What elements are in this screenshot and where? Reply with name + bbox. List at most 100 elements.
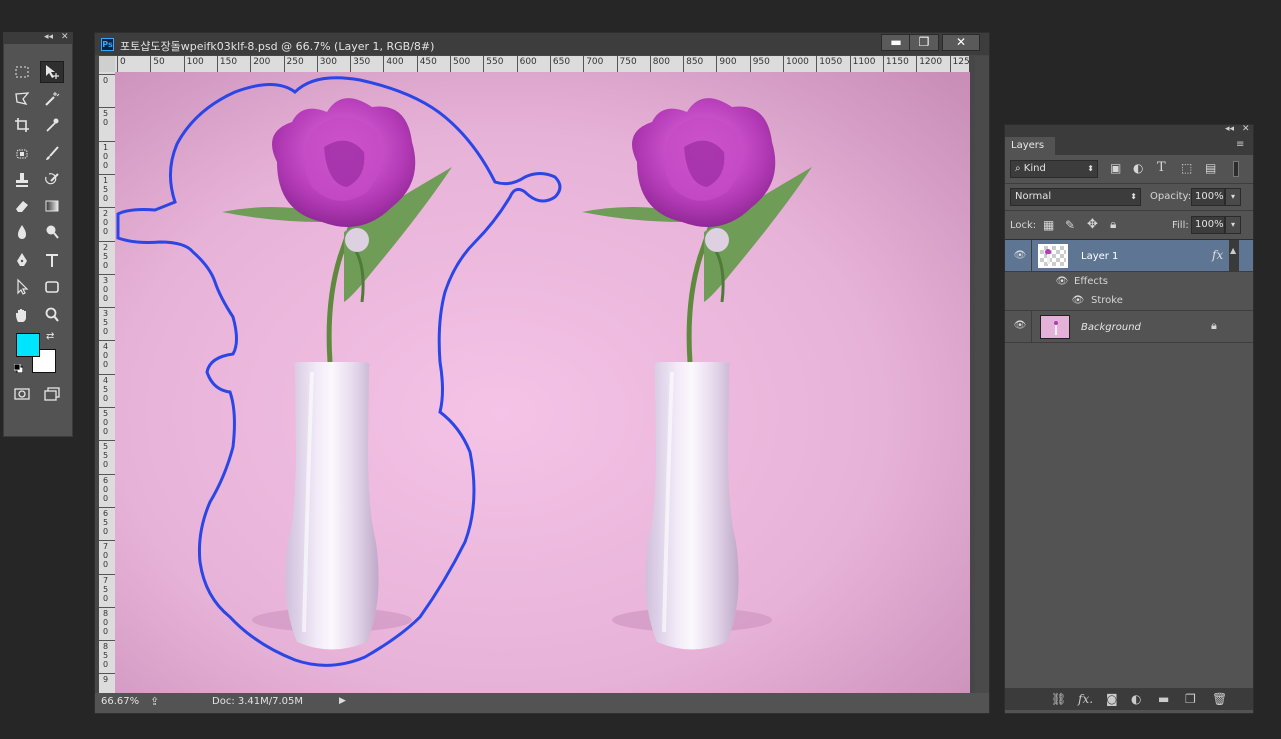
clone-stamp-tool[interactable] xyxy=(10,169,34,191)
ruler-tick-label: 650 xyxy=(549,56,570,72)
add-style-icon[interactable]: fx. xyxy=(1078,692,1093,706)
eyedropper-tool[interactable] xyxy=(40,114,64,136)
fx-badge-icon[interactable]: fx xyxy=(1212,248,1223,262)
visibility-eye-icon[interactable]: 👁︎ xyxy=(1071,294,1085,308)
new-layer-icon[interactable]: ❐ xyxy=(1185,692,1196,706)
stroke-effect-row[interactable]: 👁︎ Stroke xyxy=(1005,292,1253,311)
collapse-icon[interactable]: ◂◂ xyxy=(44,32,53,42)
blur-tool[interactable] xyxy=(10,221,34,243)
polygonal-lasso-tool[interactable] xyxy=(10,88,34,110)
tools-panel-header: ◂◂ ✕ xyxy=(4,32,72,44)
document-title: 포토샵도장돌wpeifk03klf-8.psd @ 66.7% (Layer 1… xyxy=(120,40,435,53)
collapse-icon[interactable]: ◂◂ xyxy=(1225,124,1234,134)
dodge-tool[interactable] xyxy=(40,221,64,243)
divider xyxy=(1005,210,1253,211)
crop-tool[interactable] xyxy=(10,114,34,136)
ruler-tick-label: 550 xyxy=(99,440,115,469)
hand-tool[interactable] xyxy=(10,304,34,326)
quick-mask-icon[interactable] xyxy=(10,383,34,405)
effects-row[interactable]: 👁︎ Effects xyxy=(1005,272,1253,292)
visibility-eye-icon[interactable]: 👁︎ xyxy=(1013,319,1027,333)
gradient-tool[interactable] xyxy=(40,195,64,217)
visibility-eye-icon[interactable]: 👁︎ xyxy=(1055,275,1069,289)
ruler-tick-label: 350 xyxy=(99,307,115,336)
ruler-tick-label: 700 xyxy=(583,56,603,72)
opacity-dropdown-button[interactable]: ▾ xyxy=(1225,188,1241,206)
move-tool[interactable] xyxy=(40,61,64,83)
brush-tool[interactable] xyxy=(40,143,64,165)
shape-filter-icon[interactable]: ⬚ xyxy=(1181,161,1192,175)
document-title-bar[interactable]: Ps 포토샵도장돌wpeifk03klf-8.psd @ 66.7% (Laye… xyxy=(95,33,989,55)
ruler-tick-label: 1050 xyxy=(816,56,842,72)
kind-filter-select[interactable]: ⌕ Kind ⬍ xyxy=(1010,160,1098,178)
ruler-tick-label: 550 xyxy=(483,56,503,72)
maximize-button[interactable]: ❐ xyxy=(909,34,939,51)
ruler-tick-label: 800 xyxy=(99,606,115,636)
screen-mode-icon[interactable] xyxy=(40,383,64,405)
panel-menu-icon[interactable]: ≡ xyxy=(1236,139,1244,150)
spot-healing-brush-tool[interactable] xyxy=(10,143,34,165)
smart-object-filter-icon[interactable]: ▤ xyxy=(1205,161,1216,175)
ruler-tick-label: 350 xyxy=(350,56,370,72)
layer-row-background[interactable]: 👁︎ Background 🔒︎ xyxy=(1005,311,1253,343)
close-icon[interactable]: ✕ xyxy=(61,32,69,42)
stroke-label: Stroke xyxy=(1091,295,1123,306)
pen-tool[interactable] xyxy=(10,249,34,271)
lock-image-icon[interactable]: ✎ xyxy=(1065,218,1075,232)
link-layers-icon[interactable]: ⛓︎ xyxy=(1051,692,1066,706)
close-button[interactable]: ✕ xyxy=(942,34,980,51)
ruler-origin[interactable] xyxy=(99,56,115,72)
history-brush-tool[interactable] xyxy=(40,169,64,191)
tab-layers[interactable]: Layers xyxy=(1005,137,1055,155)
blend-mode-select[interactable]: Normal ⬍ xyxy=(1010,188,1141,206)
type-filter-icon[interactable]: T xyxy=(1157,160,1166,175)
rectangle-tool[interactable] xyxy=(40,276,64,298)
new-group-icon[interactable]: ▬ xyxy=(1158,692,1169,706)
ruler-tick-label: 750 xyxy=(99,573,115,603)
magic-wand-tool[interactable] xyxy=(40,88,64,110)
layer-row-layer-1[interactable]: 👁︎ Layer 1 fx ▲ xyxy=(1005,240,1253,272)
status-menu-arrow-icon[interactable]: ▶ xyxy=(339,696,346,706)
background-layer-name[interactable]: Background xyxy=(1081,322,1141,333)
add-mask-icon[interactable]: ◙ xyxy=(1106,692,1118,706)
adjustment-filter-icon[interactable]: ◐ xyxy=(1133,161,1143,175)
ruler-tick-label: 700 xyxy=(99,540,115,569)
eraser-tool[interactable] xyxy=(10,195,34,217)
status-bar: 66.67% ⇪ Doc: 3.41M/7.05M ▶ xyxy=(95,693,989,713)
ruler-tick-label: 750 xyxy=(616,56,637,72)
new-adjustment-icon[interactable]: ◐ xyxy=(1131,692,1141,706)
delete-layer-icon[interactable]: 🗑︎ xyxy=(1212,692,1227,706)
swap-colors-icon[interactable]: ⇄ xyxy=(46,331,54,342)
layer-1-name[interactable]: Layer 1 xyxy=(1081,251,1118,262)
ruler-tick-label: 500 xyxy=(99,407,115,436)
filter-toggle[interactable] xyxy=(1233,161,1239,177)
minimize-button[interactable]: ▬ xyxy=(881,34,911,51)
fill-dropdown-button[interactable]: ▾ xyxy=(1225,216,1241,234)
opacity-label: Opacity: xyxy=(1150,191,1192,202)
lock-all-icon[interactable]: 🔒︎ xyxy=(1110,217,1116,232)
fill-field[interactable]: 100% xyxy=(1191,216,1225,234)
ruler-tick-label: 850 xyxy=(99,640,115,669)
default-colors-icon[interactable] xyxy=(13,363,24,374)
vertical-ruler[interactable]: 0 50 100 150 200 250 300 350 400 450 500 550 600 650 7… xyxy=(99,72,115,694)
pixel-filter-icon[interactable]: ▣ xyxy=(1110,161,1121,175)
canvas[interactable] xyxy=(115,72,970,693)
lock-position-icon[interactable]: ✥ xyxy=(1087,217,1098,232)
document-window: Ps 포토샵도장돌wpeifk03klf-8.psd @ 66.7% (Laye… xyxy=(94,32,990,714)
opacity-field[interactable]: 100% xyxy=(1191,188,1225,206)
zoom-level[interactable]: 66.67% xyxy=(101,696,139,707)
type-tool[interactable] xyxy=(40,249,64,271)
horizontal-ruler[interactable]: 0 50 100 150 200 250 300 350 400 450 500 550 600 650 7… xyxy=(115,56,969,72)
lock-transparent-icon[interactable]: ▦ xyxy=(1043,218,1054,232)
export-icon[interactable]: ⇪ xyxy=(150,695,159,708)
visibility-eye-icon[interactable]: 👁︎ xyxy=(1013,249,1027,263)
rectangular-marquee-tool[interactable] xyxy=(10,61,34,83)
vertical-scrollbar[interactable] xyxy=(975,56,989,693)
zoom-tool[interactable] xyxy=(40,304,64,326)
fill-label: Fill: xyxy=(1172,220,1189,231)
ruler-tick-label: 650 xyxy=(99,506,115,536)
foreground-color-swatch[interactable] xyxy=(16,333,40,357)
layer-scroll-up-icon[interactable]: ▲ xyxy=(1230,246,1236,255)
close-icon[interactable]: ✕ xyxy=(1242,124,1250,134)
path-selection-tool[interactable] xyxy=(10,276,34,298)
